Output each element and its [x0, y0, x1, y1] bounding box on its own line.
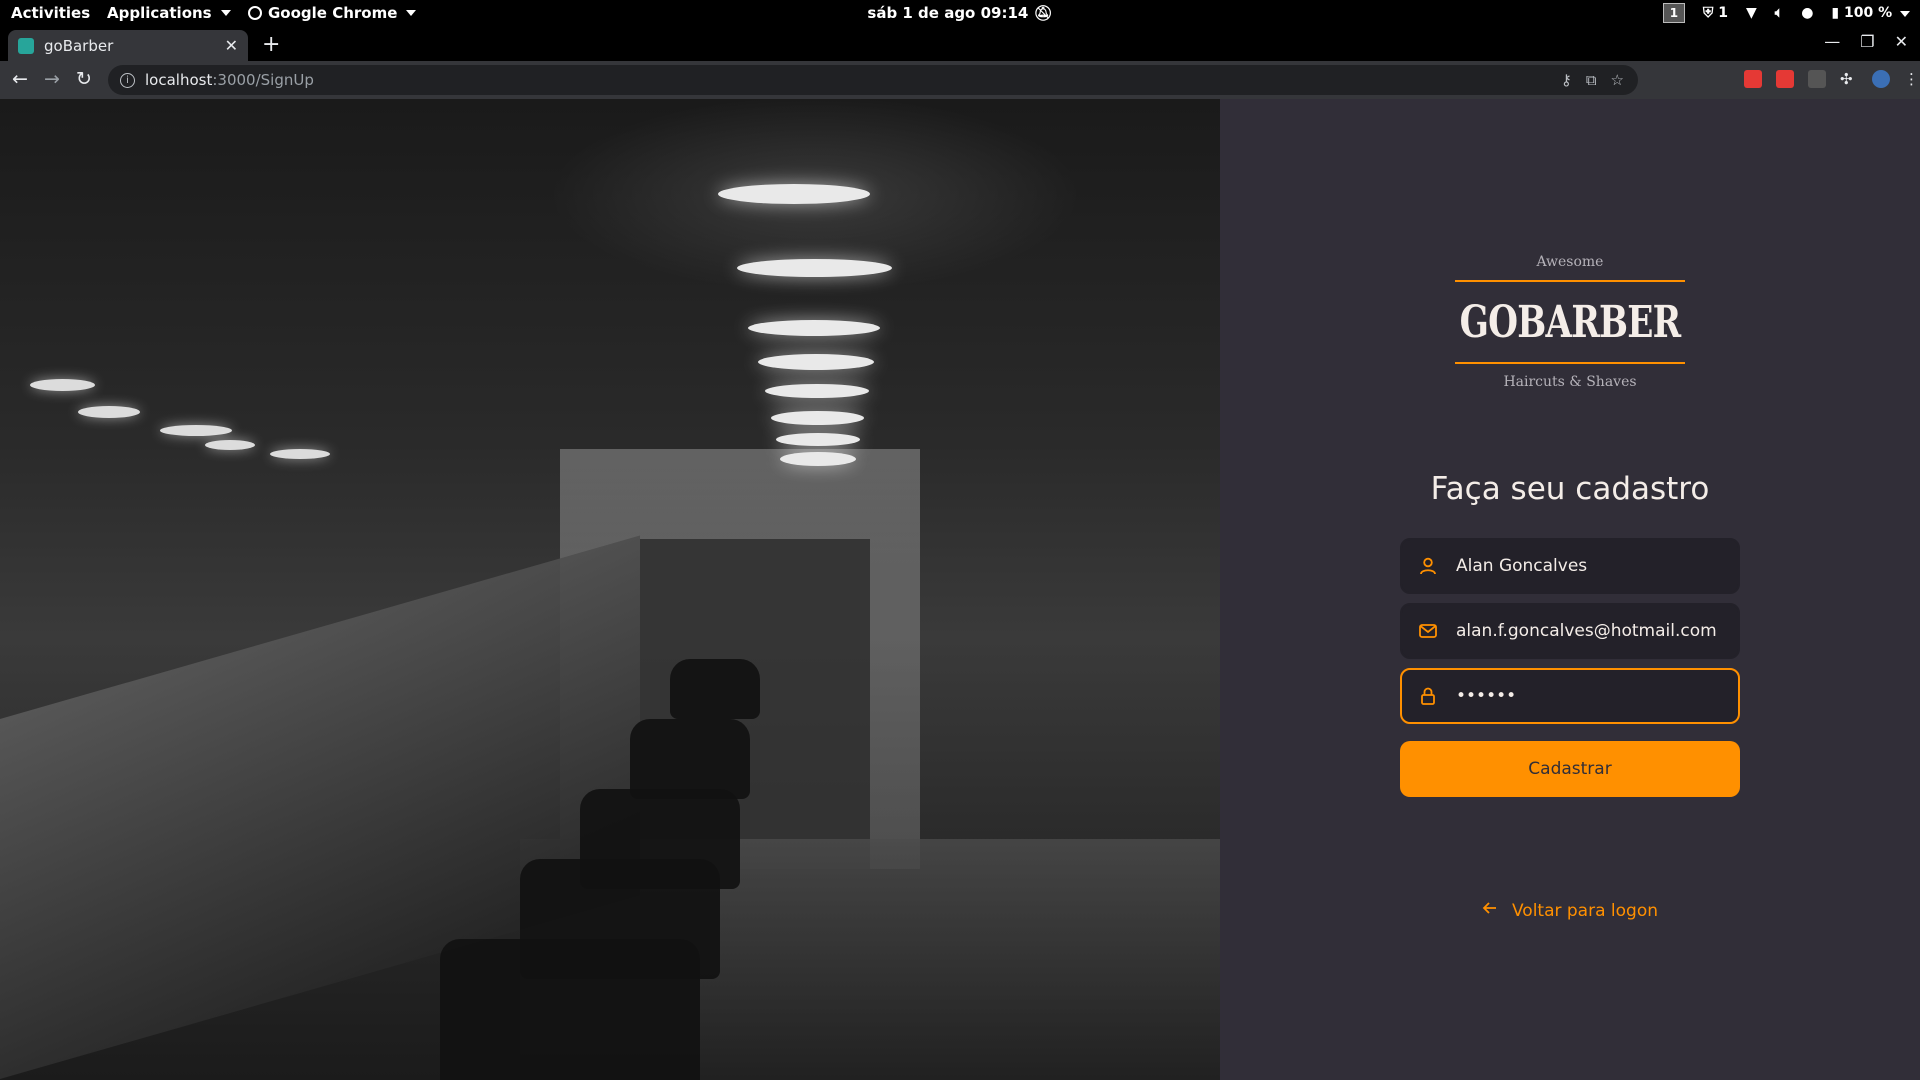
new-tab-button[interactable]: + — [262, 32, 280, 57]
volume-icon: 🔈︎ — [1774, 5, 1784, 21]
minimize-icon[interactable]: — — [1824, 32, 1840, 51]
page-content: Awesome GOBARBER Haircuts & Shaves Faça … — [0, 99, 1920, 1080]
restore-icon[interactable]: ❐ — [1860, 32, 1874, 51]
shield-icon: ⛨ 1 — [1702, 5, 1729, 21]
forward-arrow-icon[interactable]: → — [44, 68, 60, 90]
url-host: localhost — [145, 71, 213, 89]
signup-panel: Awesome GOBARBER Haircuts & Shaves Faça … — [1220, 99, 1920, 1080]
browser-tab-strip: goBarber ✕ + — ❐ ✕ — [0, 27, 1920, 61]
key-icon[interactable]: ⚷ — [1561, 71, 1572, 89]
email-field[interactable] — [1400, 603, 1740, 659]
favicon-icon — [18, 37, 34, 54]
extension-icon[interactable] — [1808, 70, 1826, 88]
translate-icon[interactable]: ⧉ — [1586, 71, 1597, 89]
user-icon — [1418, 556, 1438, 576]
extension-icon[interactable] — [1744, 70, 1762, 88]
password-field[interactable] — [1400, 668, 1740, 724]
system-tray[interactable]: 1 ⛨ 1 ▼ 🔈︎ ● ▮ 100 % — [1662, 3, 1910, 23]
wifi-icon: ▼ — [1746, 5, 1757, 21]
extensions-area: ✣ ⋮ — [1744, 70, 1919, 88]
url-path: :3000/SignUp — [212, 71, 314, 89]
avatar[interactable] — [1872, 70, 1890, 88]
close-window-icon[interactable]: ✕ — [1895, 32, 1908, 51]
window-controls: — ❐ ✕ — [1824, 32, 1908, 51]
info-icon[interactable]: i — [120, 72, 135, 88]
name-field[interactable] — [1400, 538, 1740, 594]
star-icon[interactable]: ☆ — [1611, 71, 1624, 89]
back-arrow-icon[interactable]: ← — [12, 68, 28, 90]
name-input[interactable] — [1454, 555, 1734, 577]
mail-icon — [1418, 621, 1438, 641]
address-bar[interactable]: i localhost:3000/SignUp ⚷ ⧉ ☆ — [108, 65, 1638, 95]
kebab-menu-icon[interactable]: ⋮ — [1904, 70, 1919, 88]
page-title: Faça seu cadastro — [1430, 471, 1710, 507]
tab-gobarber[interactable]: goBarber ✕ — [8, 30, 248, 61]
close-icon[interactable]: ✕ — [225, 36, 238, 55]
browser-toolbar: ← → ↻ i localhost:3000/SignUp ⚷ ⧉ ☆ ✣ ⋮ — [0, 61, 1920, 99]
password-input[interactable] — [1454, 685, 1734, 707]
microphone-icon: ● — [1801, 5, 1814, 21]
extension-icon[interactable] — [1776, 70, 1794, 88]
os-top-bar: Activities Applications Google Chrome sá… — [0, 0, 1920, 27]
reload-icon[interactable]: ↻ — [76, 68, 92, 90]
puzzle-icon[interactable]: ✣ — [1840, 70, 1858, 88]
chevron-down-icon — [1900, 11, 1910, 17]
bell-muted-icon: 🔕︎ — [1033, 4, 1053, 22]
clock[interactable]: sáb 1 de ago 09:14 🔕︎ — [0, 4, 1920, 22]
back-to-logon-link[interactable]: Voltar para logon — [1400, 900, 1740, 921]
lock-icon — [1418, 686, 1438, 706]
barbershop-background-image — [0, 99, 1220, 1080]
arrow-left-icon — [1482, 900, 1498, 921]
gobarber-logo: Awesome GOBARBER Haircuts & Shaves — [1455, 254, 1685, 394]
omnibox-actions: ⚷ ⧉ ☆ — [1561, 71, 1624, 89]
signup-submit-button[interactable]: Cadastrar — [1400, 741, 1740, 797]
workspace-indicator[interactable]: 1 — [1662, 3, 1685, 23]
email-input[interactable] — [1454, 620, 1734, 642]
battery-icon: ▮ 100 % — [1831, 5, 1910, 21]
